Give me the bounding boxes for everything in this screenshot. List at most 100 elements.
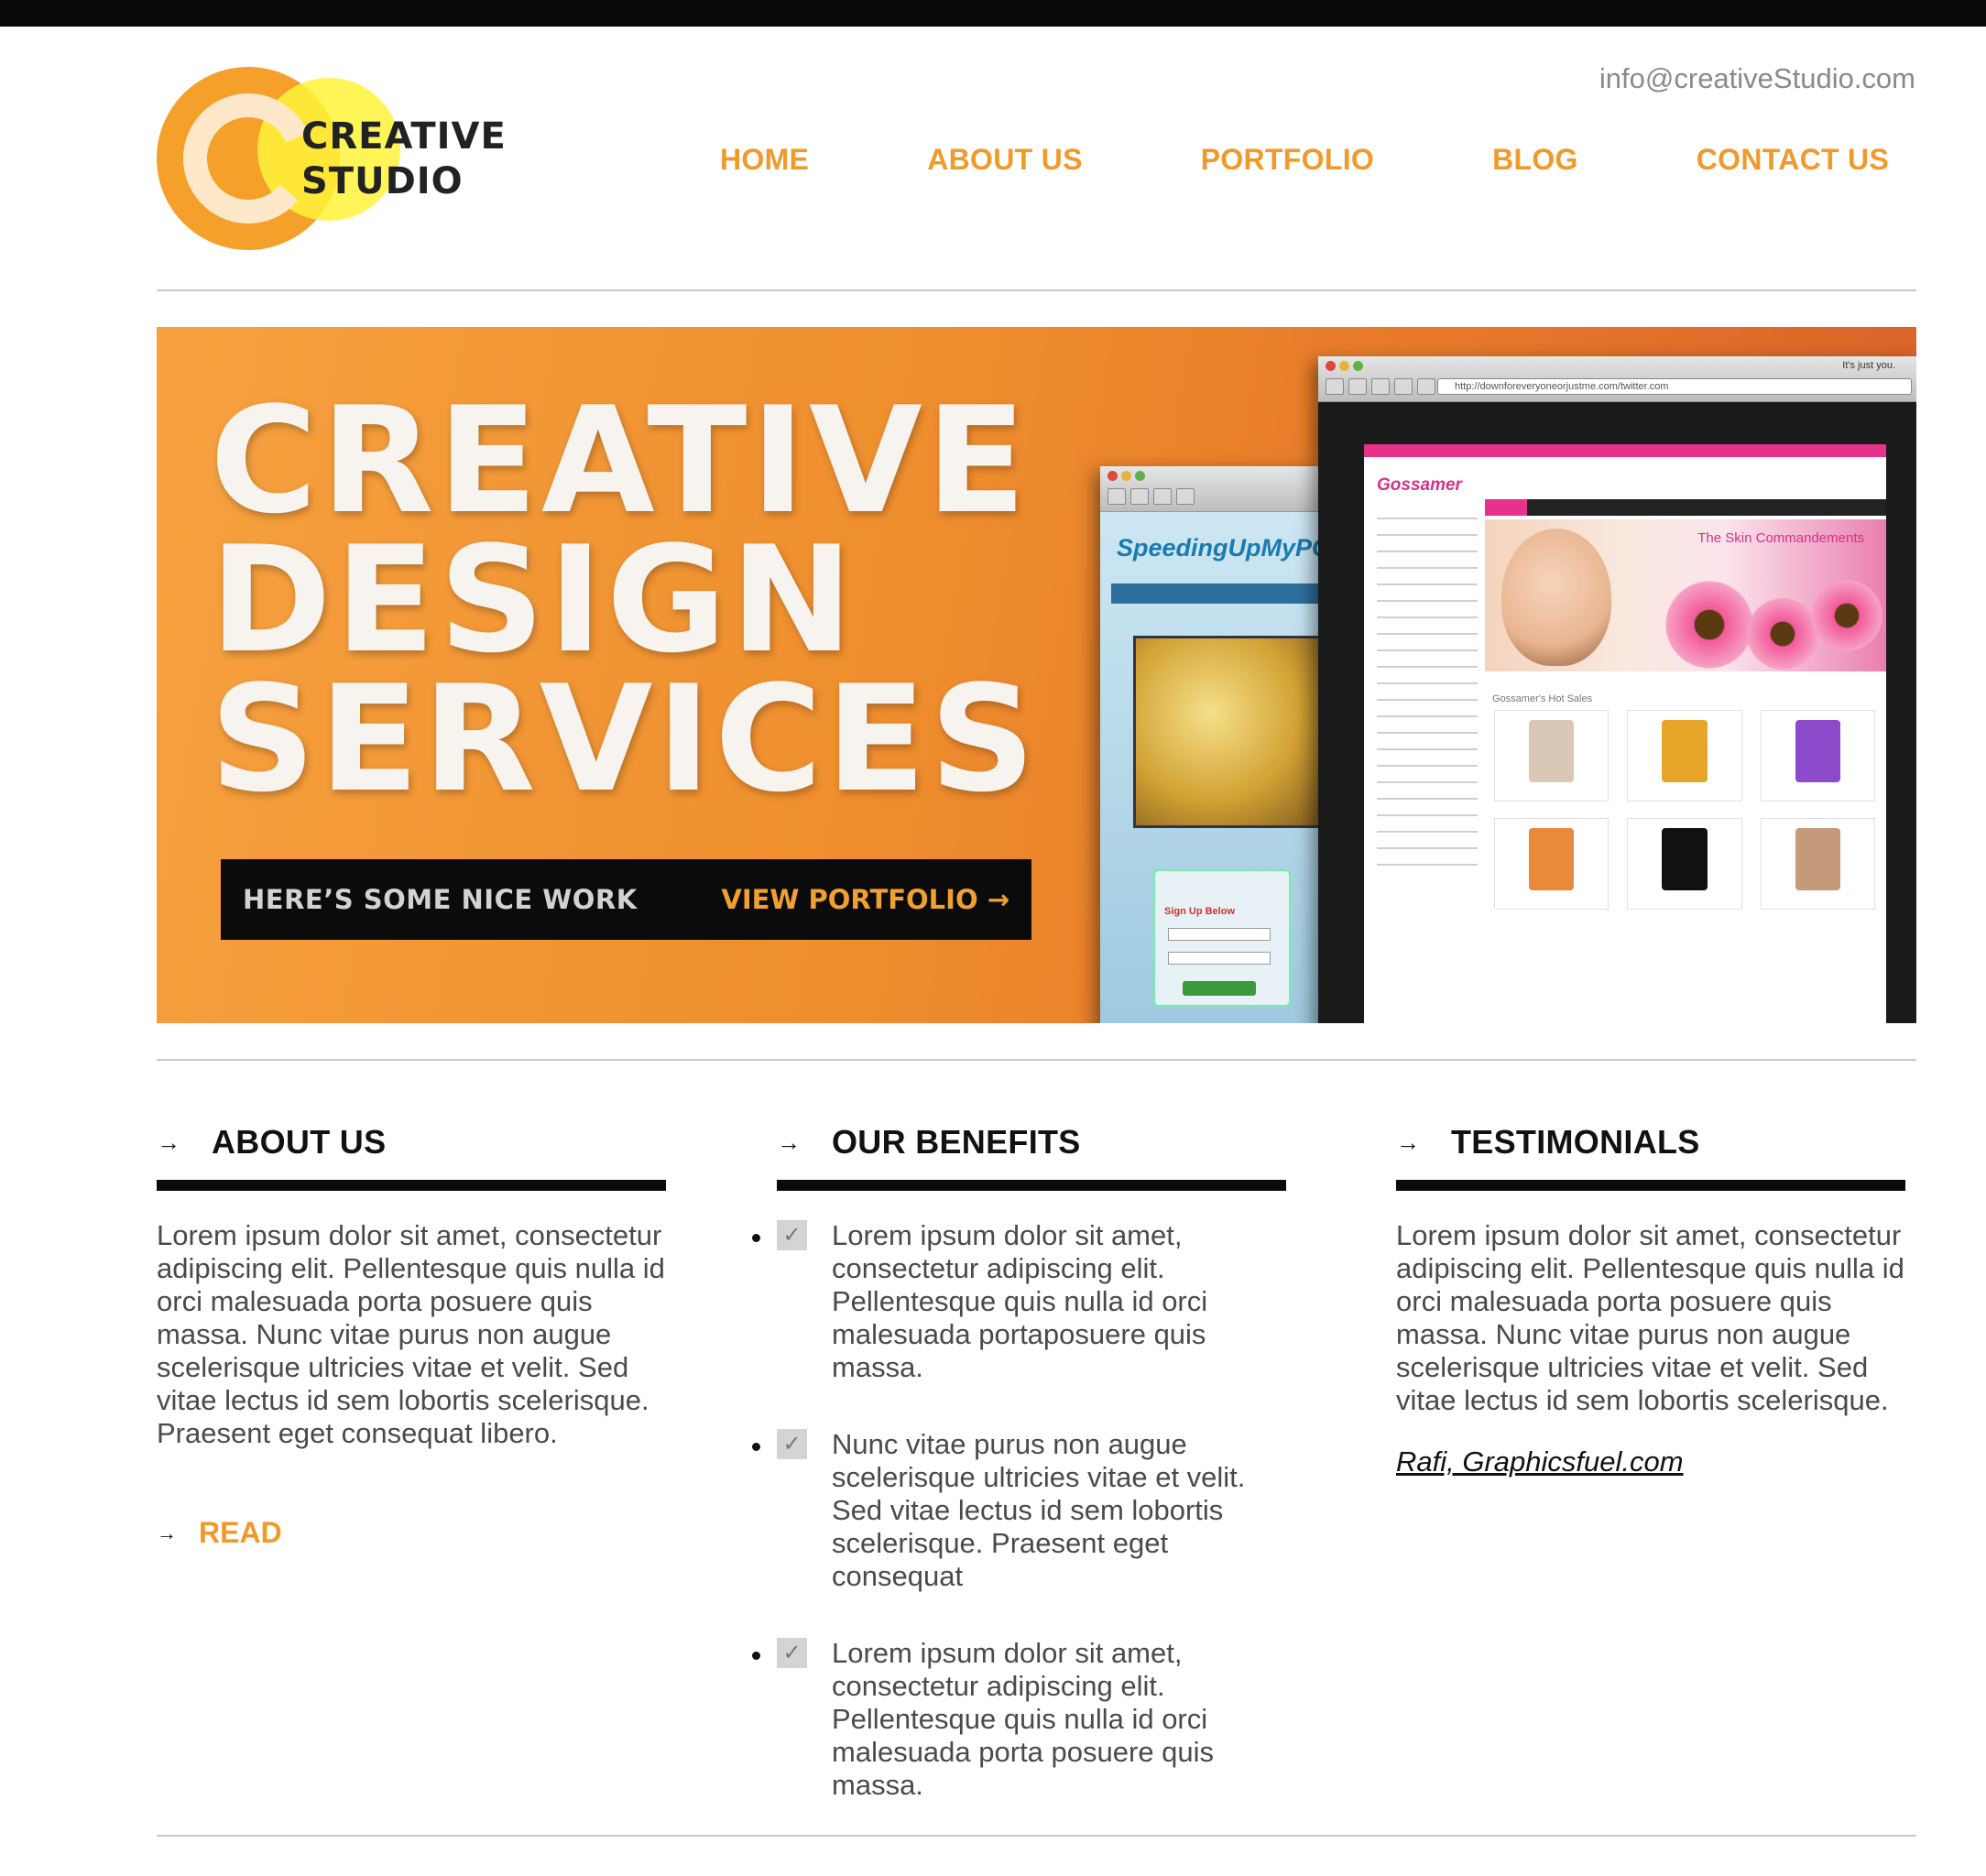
benefit-text: Lorem ipsum dolor sit amet, consectetur … — [832, 1637, 1215, 1801]
benefits-section: → OUR BENEFITS ✓ Lorem ipsum dolor sit a… — [752, 1119, 1290, 1846]
hero-title-line-3: SERVICES — [210, 653, 1040, 824]
benefit-item: ✓ Nunc vitae purus non augue scelerisque… — [752, 1428, 1290, 1593]
nav-blog[interactable]: BLOG — [1492, 143, 1578, 177]
nav-home[interactable]: HOME — [720, 143, 809, 177]
hero-title-line-2: DESIGN — [210, 514, 857, 685]
speedingup-title: SpeedingUpMyPC — [1117, 534, 1320, 562]
signup-name-field — [1168, 928, 1271, 941]
main-nav: HOME ABOUT US PORTFOLIO BLOG CONTACT US — [720, 143, 1889, 177]
hero-cta-bar: HERE’S SOME NICE WORK VIEW PORTFOLIO → — [221, 859, 1031, 940]
benefit-text: Lorem ipsum dolor sit amet, consectetur … — [832, 1219, 1208, 1383]
testimonials-heading: TESTIMONIALS — [1451, 1123, 1700, 1161]
gossamer-banner-heading: The Skin Commandements — [1697, 530, 1864, 546]
benefits-heading: OUR BENEFITS — [832, 1123, 1081, 1161]
nav-contact-us[interactable]: CONTACT US — [1697, 143, 1889, 177]
browser-buttons — [1108, 488, 1195, 505]
hero-divider — [157, 1059, 1916, 1061]
about-heading-bar — [157, 1180, 666, 1191]
testimonial-body: Lorem ipsum dolor sit amet, consectetur … — [1396, 1219, 1904, 1416]
window-controls — [1108, 471, 1145, 481]
benefit-item: ✓ Lorem ipsum dolor sit amet, consectetu… — [752, 1219, 1290, 1384]
product-tile — [1494, 818, 1610, 910]
gossamer-topbar — [1364, 444, 1886, 457]
arrow-right-icon: → — [777, 1128, 801, 1156]
window-title: It's just you. — [1842, 360, 1895, 371]
bullet-icon — [752, 1234, 760, 1242]
signup-button — [1183, 981, 1256, 996]
gossamer-logo: Gossamer — [1377, 475, 1462, 495]
checkmark-icon: ✓ — [777, 1429, 807, 1459]
speedingup-page: SpeedingUpMyPC Sign Up Below — [1100, 512, 1320, 1023]
view-portfolio-link[interactable]: VIEW PORTFOLIO → — [721, 884, 1009, 915]
hero-banner: CREATIVE DESIGN SERVICES HERE’S SOME NIC… — [157, 327, 1916, 1023]
read-link[interactable]: READ — [199, 1516, 282, 1550]
benefits-heading-bar — [777, 1180, 1286, 1191]
about-body: Lorem ipsum dolor sit amet, consectetur … — [157, 1219, 665, 1449]
portfolio-screenshot-speedingup: SpeedingUpMyPC Sign Up Below — [1100, 466, 1320, 1023]
product-tile — [1760, 818, 1875, 910]
contact-email[interactable]: info@creativeStudio.com — [1599, 62, 1915, 95]
gossamer-banner: The Skin Commandements — [1485, 519, 1888, 675]
maximize-dot-icon — [1353, 361, 1363, 371]
testimonial-author-link[interactable]: Rafi, Graphicsfuel.com — [1396, 1445, 1684, 1478]
about-heading: ABOUT US — [212, 1123, 387, 1161]
logo-text: CREATIVE STUDIO — [301, 115, 507, 204]
url-bar: http://downforeveryoneorjustme.com/twitt… — [1437, 378, 1912, 395]
benefit-text: Nunc vitae purus non augue scelerisque u… — [832, 1428, 1246, 1592]
arrow-right-icon: → — [157, 1128, 180, 1156]
product-tile — [1627, 818, 1742, 910]
arrow-right-icon: → — [1396, 1128, 1420, 1156]
browser-buttons — [1326, 378, 1435, 395]
product-tile — [1760, 710, 1875, 802]
signup-title: Sign Up Below — [1164, 906, 1235, 917]
gossamer-sidebar — [1377, 518, 1478, 880]
testimonials-section: → TESTIMONIALS Lorem ipsum dolor sit ame… — [1396, 1119, 1909, 1478]
product-tile — [1627, 710, 1742, 802]
gossamer-page: Gossamer The Skin Commandements Gossamer… — [1364, 444, 1888, 1023]
benefit-item: ✓ Lorem ipsum dolor sit amet, consectetu… — [752, 1637, 1290, 1802]
benefits-heading-row: → OUR BENEFITS — [777, 1119, 1290, 1165]
flower-image — [1806, 574, 1888, 657]
bullet-icon — [752, 1443, 760, 1451]
close-dot-icon — [1108, 471, 1118, 481]
gossamer-menu — [1485, 499, 1886, 516]
nav-portfolio[interactable]: PORTFOLIO — [1201, 143, 1374, 177]
read-more: → READ — [157, 1516, 282, 1550]
footer-divider — [157, 1835, 1916, 1837]
window-controls — [1326, 361, 1363, 371]
hero-title: CREATIVE DESIGN SERVICES — [210, 375, 1040, 824]
maximize-dot-icon — [1135, 471, 1145, 481]
about-section: → ABOUT US Lorem ipsum dolor sit amet, c… — [157, 1119, 670, 1450]
testimonials-heading-row: → TESTIMONIALS — [1396, 1119, 1909, 1165]
gossamer-product-grid — [1494, 710, 1875, 910]
logo-line-creative: CREATIVE — [301, 115, 507, 158]
arrow-right-icon: → — [157, 1521, 177, 1544]
model-face-image — [1501, 529, 1611, 666]
benefits-list: ✓ Lorem ipsum dolor sit amet, consectetu… — [752, 1219, 1290, 1802]
minimize-dot-icon — [1339, 361, 1349, 371]
hero-cta-text: HERE’S SOME NICE WORK — [243, 884, 638, 915]
portfolio-screenshot-gossamer: It's just you. http://downforeveryoneorj… — [1318, 356, 1916, 1023]
header-divider — [157, 289, 1916, 291]
gossamer-site-backdrop: Gossamer The Skin Commandements Gossamer… — [1318, 402, 1916, 1023]
close-dot-icon — [1326, 361, 1336, 371]
minimize-dot-icon — [1121, 471, 1131, 481]
browser-chrome — [1100, 466, 1320, 512]
checkmark-icon: ✓ — [777, 1638, 807, 1668]
signup-card: Sign Up Below — [1153, 869, 1291, 1007]
logo-line-studio: STUDIO — [301, 160, 464, 202]
browser-chrome: It's just you. http://downforeveryoneorj… — [1318, 356, 1916, 402]
about-heading-row: → ABOUT US — [157, 1119, 670, 1165]
top-bar — [0, 0, 1986, 27]
speedingup-nav — [1111, 584, 1320, 604]
checkmark-icon: ✓ — [777, 1220, 807, 1250]
bullet-icon — [752, 1652, 760, 1660]
logo[interactable]: CREATIVE STUDIO — [157, 67, 507, 250]
nav-about-us[interactable]: ABOUT US — [927, 143, 1083, 177]
testimonials-heading-bar — [1396, 1180, 1905, 1191]
product-tile — [1494, 710, 1610, 802]
signup-email-field — [1168, 952, 1271, 965]
hero-title-line-1: CREATIVE — [210, 375, 1031, 546]
gossamer-hot-sales: Gossamer's Hot Sales — [1492, 693, 1593, 704]
gossamer-menu-active — [1485, 499, 1527, 516]
